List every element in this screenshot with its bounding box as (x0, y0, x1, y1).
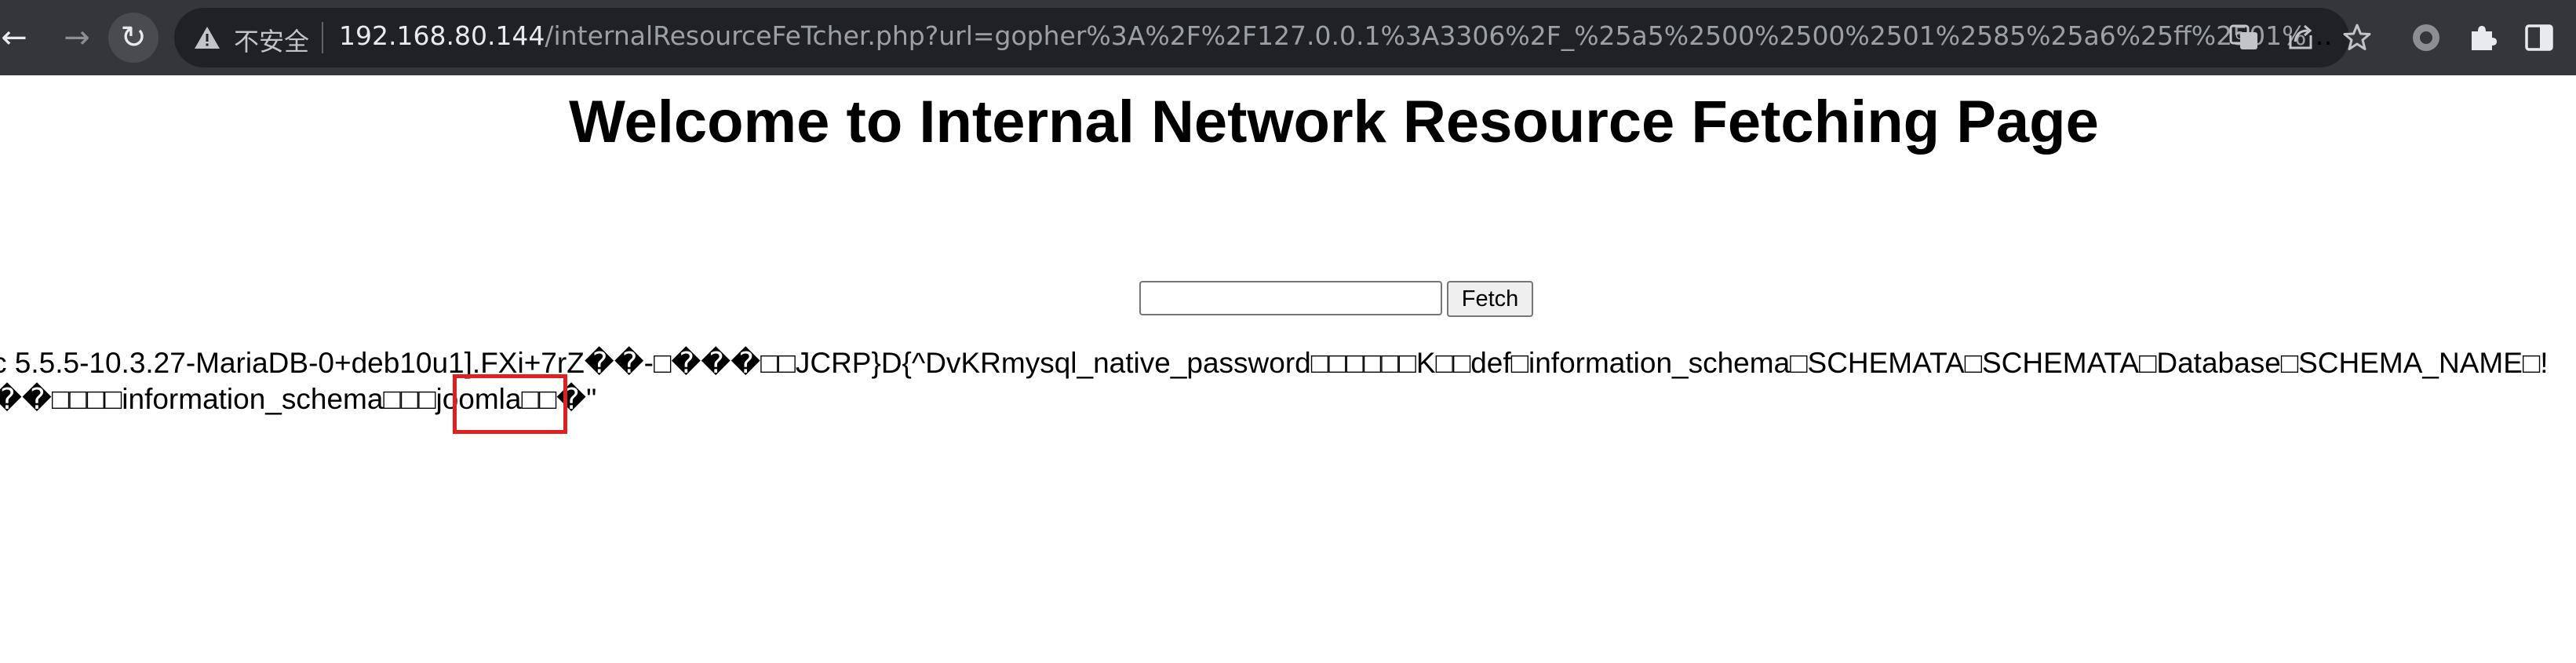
page-title: Welcome to Internal Network Resource Fet… (569, 89, 2099, 155)
highlight-annotation-box (453, 374, 567, 434)
address-bar[interactable]: 不安全 192.168.80.144/internalResourceFeTch… (174, 8, 2371, 67)
forward-arrow-icon: → (64, 20, 90, 56)
side-panel-icon[interactable] (2522, 20, 2556, 55)
fetch-button[interactable]: Fetch (1447, 281, 1533, 317)
reload-button[interactable]: ↻ (108, 13, 158, 63)
back-arrow-icon: ← (1, 20, 27, 56)
circle-extension-icon[interactable] (2409, 20, 2443, 55)
url-separator (322, 22, 323, 53)
page-content: Welcome to Internal Network Resource Fet… (0, 75, 2576, 663)
warning-triangle-icon[interactable] (193, 24, 221, 52)
browser-toolbar: ← → ↻ 不安全 192.168.80.144/internalResourc… (0, 0, 2576, 75)
resource-url-input[interactable] (1139, 281, 1442, 315)
star-icon[interactable] (2341, 22, 2373, 53)
output-line: ��□□□□information_schema□□□joomla□□�" (0, 383, 597, 415)
svg-text:G: G (2235, 31, 2243, 42)
reload-icon: ↻ (120, 20, 147, 56)
url-path: /internalResourceFeTcher.php?url=gopher%… (545, 20, 2348, 51)
puzzle-icon[interactable] (2465, 20, 2500, 55)
url-text[interactable]: 192.168.80.144/internalResourceFeTcher.p… (339, 20, 2348, 51)
share-icon[interactable] (2285, 22, 2316, 53)
output-line: c 5.5.5-10.3.27-MariaDB-0+deb10u1].FXi+7… (0, 347, 2549, 379)
translate-icon[interactable]: G (2228, 22, 2260, 53)
fetch-output: c 5.5.5-10.3.27-MariaDB-0+deb10u1].FXi+7… (0, 345, 2576, 417)
url-host: 192.168.80.144 (339, 20, 545, 51)
security-status-label[interactable]: 不安全 (234, 22, 309, 58)
forward-button[interactable]: → (52, 13, 102, 63)
back-button[interactable]: ← (0, 13, 39, 63)
